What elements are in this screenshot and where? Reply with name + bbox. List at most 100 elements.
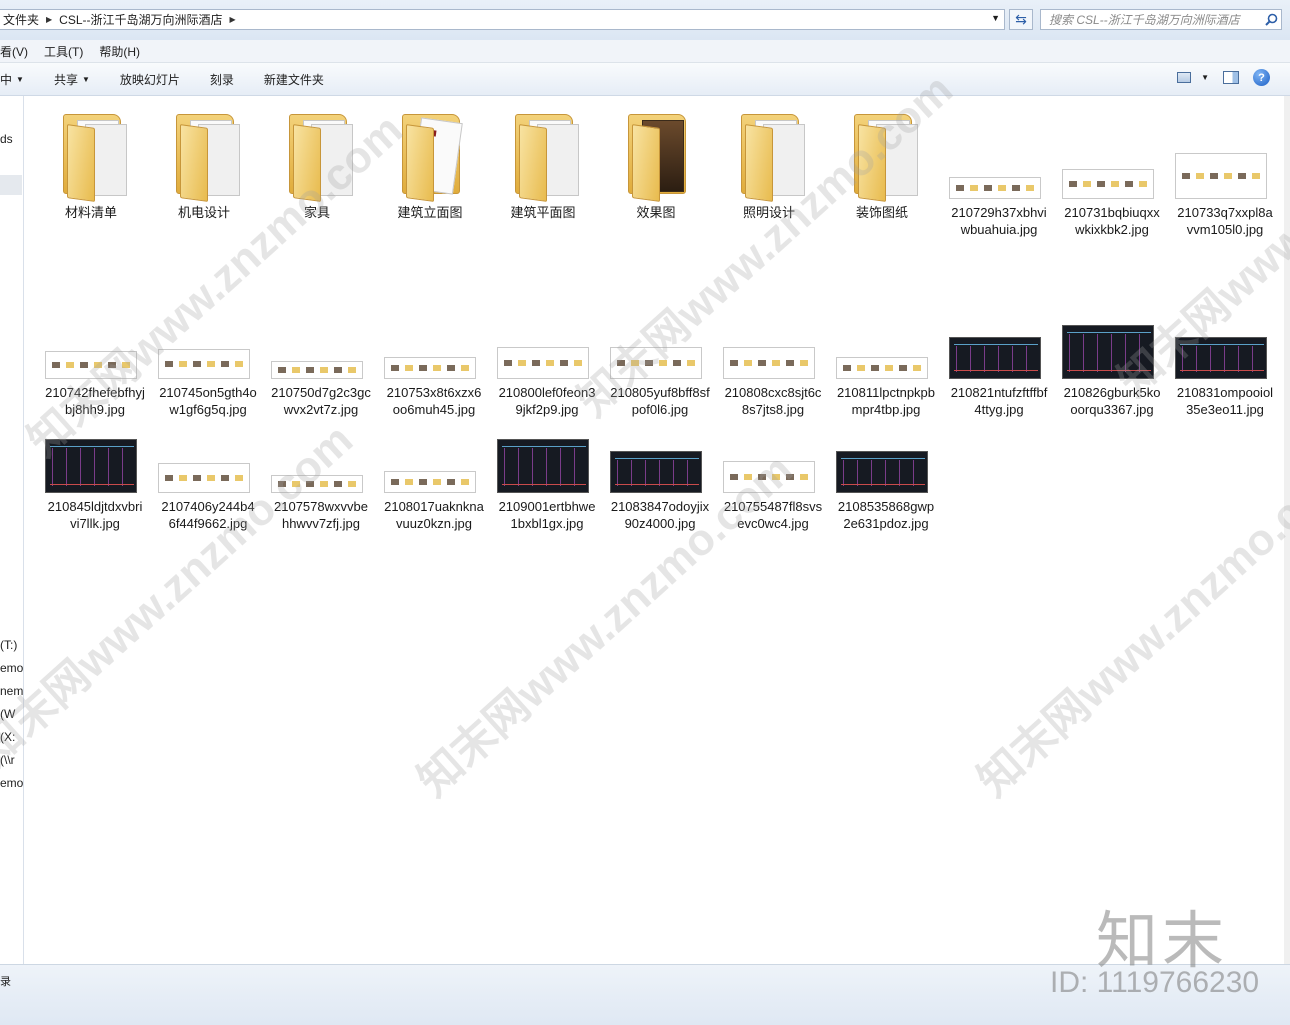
image-thumbnail xyxy=(1175,284,1275,384)
file-item[interactable]: 2107578wxvvbehhwvv7zfj.jpg xyxy=(271,398,371,532)
nav-item[interactable]: (W xyxy=(0,707,15,721)
item-label: 210755487fl8svsevc0wc4.jpg xyxy=(723,499,823,531)
nav-item[interactable]: emo xyxy=(0,661,23,675)
image-thumbnail xyxy=(45,398,145,498)
chevron-down-icon: ▼ xyxy=(16,74,24,84)
nav-item[interactable]: (X: xyxy=(0,730,15,744)
image-thumbnail xyxy=(949,104,1049,204)
breadcrumb-current[interactable]: CSL--浙江千岛湖万向洲际酒店 xyxy=(55,10,226,29)
nav-item[interactable]: nemo xyxy=(0,684,23,698)
address-bar[interactable]: 文件夹 ▶ CSL--浙江千岛湖万向洲际酒店 ▶ ▼ xyxy=(0,9,1005,30)
item-label: 机电设计 xyxy=(177,205,230,220)
folder-item[interactable]: 建筑平面图 xyxy=(493,104,593,221)
breadcrumb-arrow-icon[interactable]: ▶ xyxy=(43,15,55,24)
image-thumbnail xyxy=(610,284,710,384)
breadcrumb-label: CSL--浙江千岛湖万向洲际酒店 xyxy=(59,13,223,27)
item-label: 2108017uaknknavuuz0kzn.jpg xyxy=(384,499,484,531)
breadcrumb-folder[interactable]: 文件夹 xyxy=(0,10,43,29)
folder-item[interactable]: 照明设计 xyxy=(719,104,819,221)
folder-icon xyxy=(267,104,367,204)
address-dropdown-icon[interactable]: ▼ xyxy=(991,13,1000,23)
menu-tools[interactable]: 工具(T) xyxy=(36,43,91,60)
nav-item[interactable]: (T:) xyxy=(0,638,17,652)
file-item[interactable]: 2109001ertbhwe1bxbl1gx.jpg xyxy=(497,398,597,532)
search-input[interactable]: 搜索 CSL--浙江千岛湖万向洲际酒店 xyxy=(1041,11,1261,28)
file-item[interactable]: 210826gburk5kooorqu3367.jpg xyxy=(1062,284,1162,418)
file-list[interactable]: 材料清单 机电设计 家具 建筑立面图 建筑平面图 效果图 照明设计 装饰图纸 210729h37… xyxy=(24,96,1284,964)
folder-item[interactable]: 材料清单 xyxy=(41,104,141,221)
include-in-library-button[interactable]: 中 ▼ xyxy=(0,71,38,88)
file-item[interactable]: 210733q7xxpl8avvm105l0.jpg xyxy=(1175,104,1275,238)
navigation-pane[interactable]: ds (T:) emo nemo (W (X: (\\r emo xyxy=(0,96,24,964)
file-item[interactable]: 2108535868gwp2e631pdoz.jpg xyxy=(836,398,936,532)
nav-item[interactable]: ds xyxy=(0,132,13,146)
folder-item[interactable]: 建筑立面图 xyxy=(380,104,480,221)
menu-view[interactable]: 看(V) xyxy=(0,43,36,60)
folder-item[interactable]: 机电设计 xyxy=(154,104,254,221)
image-thumbnail xyxy=(384,284,484,384)
folder-icon xyxy=(154,104,254,204)
scrollbar[interactable] xyxy=(1284,96,1290,964)
image-thumbnail xyxy=(158,284,258,384)
folder-icon xyxy=(719,104,819,204)
nav-selected-item[interactable] xyxy=(0,175,22,195)
new-folder-button[interactable]: 新建文件夹 xyxy=(248,71,338,88)
item-label: 210831ompooiol35e3eo11.jpg xyxy=(1176,385,1274,417)
breadcrumb-arrow-icon[interactable]: ▶ xyxy=(227,15,239,24)
item-label: 210845ldjtdxvbrivi7llk.jpg xyxy=(47,499,143,531)
item-label: 2107406y244b46f44f9662.jpg xyxy=(161,499,255,531)
search-icon[interactable] xyxy=(1261,13,1281,26)
chevron-down-icon: ▼ xyxy=(81,74,90,84)
file-item[interactable]: 2108017uaknknavuuz0kzn.jpg xyxy=(384,398,484,532)
help-icon[interactable]: ? xyxy=(1253,69,1270,86)
slideshow-button[interactable]: 放映幻灯片 xyxy=(104,71,194,88)
image-thumbnail xyxy=(836,398,936,498)
item-label: 家具 xyxy=(303,205,330,220)
item-label: 材料清单 xyxy=(64,205,117,220)
preview-pane-icon[interactable] xyxy=(1223,71,1239,84)
item-label: 210729h37xbhviwbuahuia.jpg xyxy=(951,205,1047,237)
menu-bar: 看(V) 工具(T) 帮助(H) xyxy=(0,40,1290,63)
nav-item[interactable]: (\\r xyxy=(0,753,15,767)
burn-button[interactable]: 刻录 xyxy=(194,71,248,88)
file-item[interactable]: 210755487fl8svsevc0wc4.jpg xyxy=(723,398,823,532)
search-box[interactable]: 搜索 CSL--浙江千岛湖万向洲际酒店 xyxy=(1040,9,1282,30)
image-thumbnail xyxy=(610,398,710,498)
image-thumbnail xyxy=(497,398,597,498)
file-item[interactable]: 210821ntufzftffbf4ttyg.jpg xyxy=(949,284,1049,418)
folder-item[interactable]: 家具 xyxy=(267,104,367,221)
command-bar: 中 ▼ 共享 ▼ 放映幻灯片 刻录 新建文件夹 ▼ ? xyxy=(0,63,1290,96)
file-item[interactable]: 210729h37xbhviwbuahuia.jpg xyxy=(949,104,1049,238)
id-watermark: ID: 1119766230 xyxy=(1050,966,1260,999)
button-label: 中 xyxy=(0,72,13,87)
file-item[interactable]: 21083847odoyjix90z4000.jpg xyxy=(610,398,710,532)
folder-icon xyxy=(832,104,932,204)
folder-item[interactable]: 效果图 xyxy=(606,104,706,221)
item-label: 建筑平面图 xyxy=(510,205,576,220)
change-view-button[interactable]: ▼ xyxy=(1177,72,1209,83)
item-label: 210826gburk5kooorqu3367.jpg xyxy=(1063,385,1161,417)
button-label: 共享 xyxy=(53,72,78,87)
image-thumbnail xyxy=(497,284,597,384)
share-button[interactable]: 共享 ▼ xyxy=(38,71,104,88)
refresh-icon: ⇆ xyxy=(1015,11,1027,27)
item-label: 210733q7xxpl8avvm105l0.jpg xyxy=(1177,205,1273,237)
item-label: 210731bqbiuqxxwkixkbk2.jpg xyxy=(1064,205,1160,237)
nav-item[interactable]: emo xyxy=(0,776,23,790)
folder-icon xyxy=(606,104,706,204)
image-thumbnail xyxy=(1062,104,1162,204)
file-item[interactable]: 210845ldjtdxvbrivi7llk.jpg xyxy=(45,398,145,532)
file-item[interactable]: 2107406y244b46f44f9662.jpg xyxy=(158,398,258,532)
image-thumbnail xyxy=(45,284,145,384)
item-label: 2107578wxvvbehhwvv7zfj.jpg xyxy=(274,499,368,531)
breadcrumb-label: 文件夹 xyxy=(3,13,40,27)
file-item[interactable]: 210831ompooiol35e3eo11.jpg xyxy=(1175,284,1275,418)
view-icon xyxy=(1177,72,1192,83)
file-item[interactable]: 210731bqbiuqxxwkixkbk2.jpg xyxy=(1062,104,1162,238)
image-thumbnail xyxy=(836,284,936,384)
folder-item[interactable]: 装饰图纸 xyxy=(832,104,932,221)
refresh-button[interactable]: ⇆ xyxy=(1009,9,1033,30)
item-label: 照明设计 xyxy=(742,205,795,220)
menu-help[interactable]: 帮助(H) xyxy=(91,43,148,60)
item-label: 210821ntufzftffbf4ttyg.jpg xyxy=(950,385,1048,417)
